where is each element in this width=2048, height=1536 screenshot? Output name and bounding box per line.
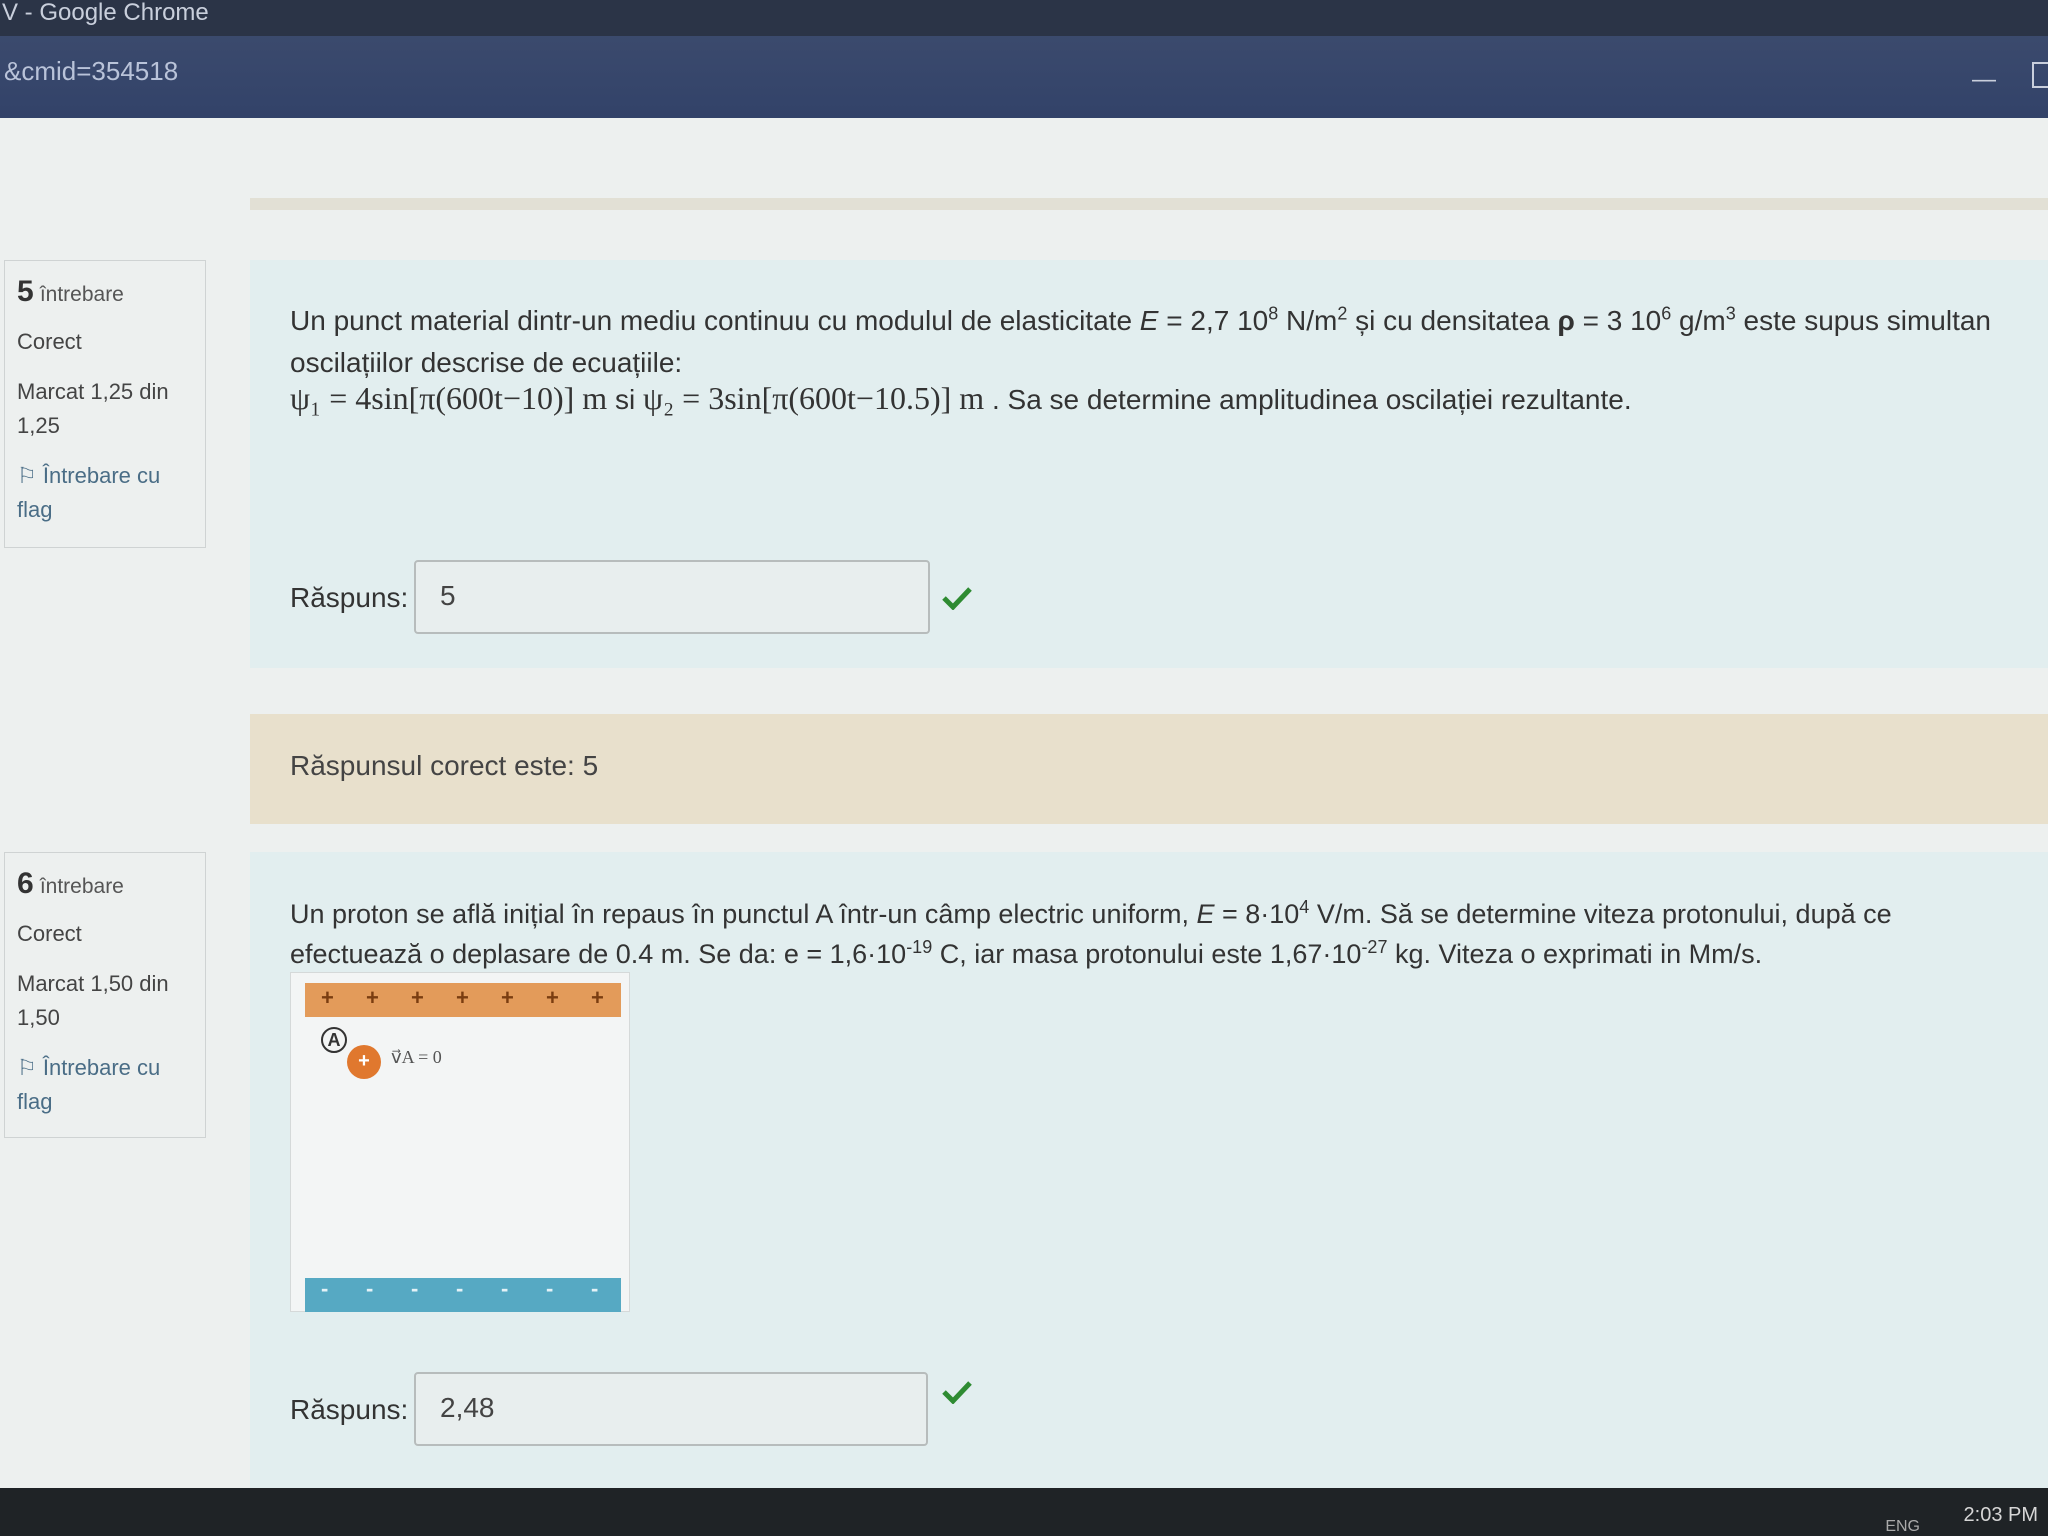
equation-connector: si [614, 384, 636, 415]
answer-label: Răspuns: [290, 1394, 409, 1425]
taskbar: ENG 2:03 PM [0, 1488, 2048, 1536]
question-info-6: 6 întrebare Corect Marcat 1,50 din 1,50 … [4, 852, 206, 1138]
answer-input[interactable]: 5 [414, 560, 930, 634]
equations: ψ₁ = 4sin[π(600t−10)] m si ψ₂ = 3sin[π(6… [290, 380, 1632, 417]
question-content-5: Un punct material dintr-un mediu continu… [250, 260, 2048, 668]
correct-answer-feedback: Răspunsul corect este: 5 [250, 714, 2048, 824]
minimize-icon[interactable]: — [1972, 66, 1996, 94]
question-info-5: 5 întrebare Corect Marcat 1,25 din 1,25 … [4, 260, 206, 548]
url-text[interactable]: &cmid=354518 [4, 56, 178, 87]
equation-1: ψ₁ = 4sin[π(600t−10)] m [290, 380, 608, 416]
question-text: Un punct material dintr-un mediu continu… [290, 303, 1991, 378]
correct-check-icon [942, 587, 972, 610]
question-mark: Marcat 1,50 din 1,50 [17, 971, 169, 1030]
feedback-text: Răspunsul corect este: 5 [290, 750, 599, 781]
question-word: întrebare [39, 875, 124, 898]
question-status: Corect [17, 921, 82, 946]
correct-check-icon [942, 1381, 972, 1404]
top-divider [250, 198, 2048, 210]
proton-icon: + [347, 1045, 381, 1079]
capacitor-figure: + + + + + + + A + v⃗A = 0 ------- [290, 972, 630, 1312]
question-text: Un proton se află inițial în repaus în p… [290, 897, 1892, 969]
question-number: 5 [17, 275, 34, 308]
velocity-label: v⃗A = 0 [391, 1047, 442, 1067]
maximize-icon[interactable] [2032, 62, 2048, 88]
equation-question: . Sa se determine amplitudinea oscilație… [991, 384, 1632, 415]
flag-icon: ⚐ [17, 1055, 43, 1080]
question-number: 6 [17, 867, 34, 900]
flag-question-link[interactable]: ⚐ Întrebare cu flag [17, 1051, 193, 1119]
language-indicator[interactable]: ENG [1885, 1518, 1920, 1536]
browser-title-bar: V - Google Chrome [0, 0, 2048, 36]
question-content-6: Un proton se află inițial în repaus în p… [250, 852, 2048, 1492]
positive-plate: + + + + + + + [305, 983, 621, 1017]
equation-2: ψ₂ = 3sin[π(600t−10.5)] m [642, 380, 985, 416]
point-a-marker: A [321, 1027, 347, 1053]
negative-plate: ------- [305, 1276, 621, 1312]
flag-icon: ⚐ [17, 463, 43, 488]
clock[interactable]: 2:03 PM [1964, 1504, 2038, 1527]
window-title: V - Google Chrome [2, 0, 209, 26]
question-mark: Marcat 1,25 din 1,25 [17, 379, 169, 438]
answer-label: Răspuns: [290, 582, 409, 613]
flag-question-link[interactable]: ⚐ Întrebare cu flag [17, 459, 193, 527]
question-word: întrebare [39, 283, 124, 306]
question-status: Corect [17, 329, 82, 354]
quiz-review-page: 5 întrebare Corect Marcat 1,25 din 1,25 … [0, 118, 2048, 1492]
answer-input[interactable]: 2,48 [414, 1372, 928, 1446]
